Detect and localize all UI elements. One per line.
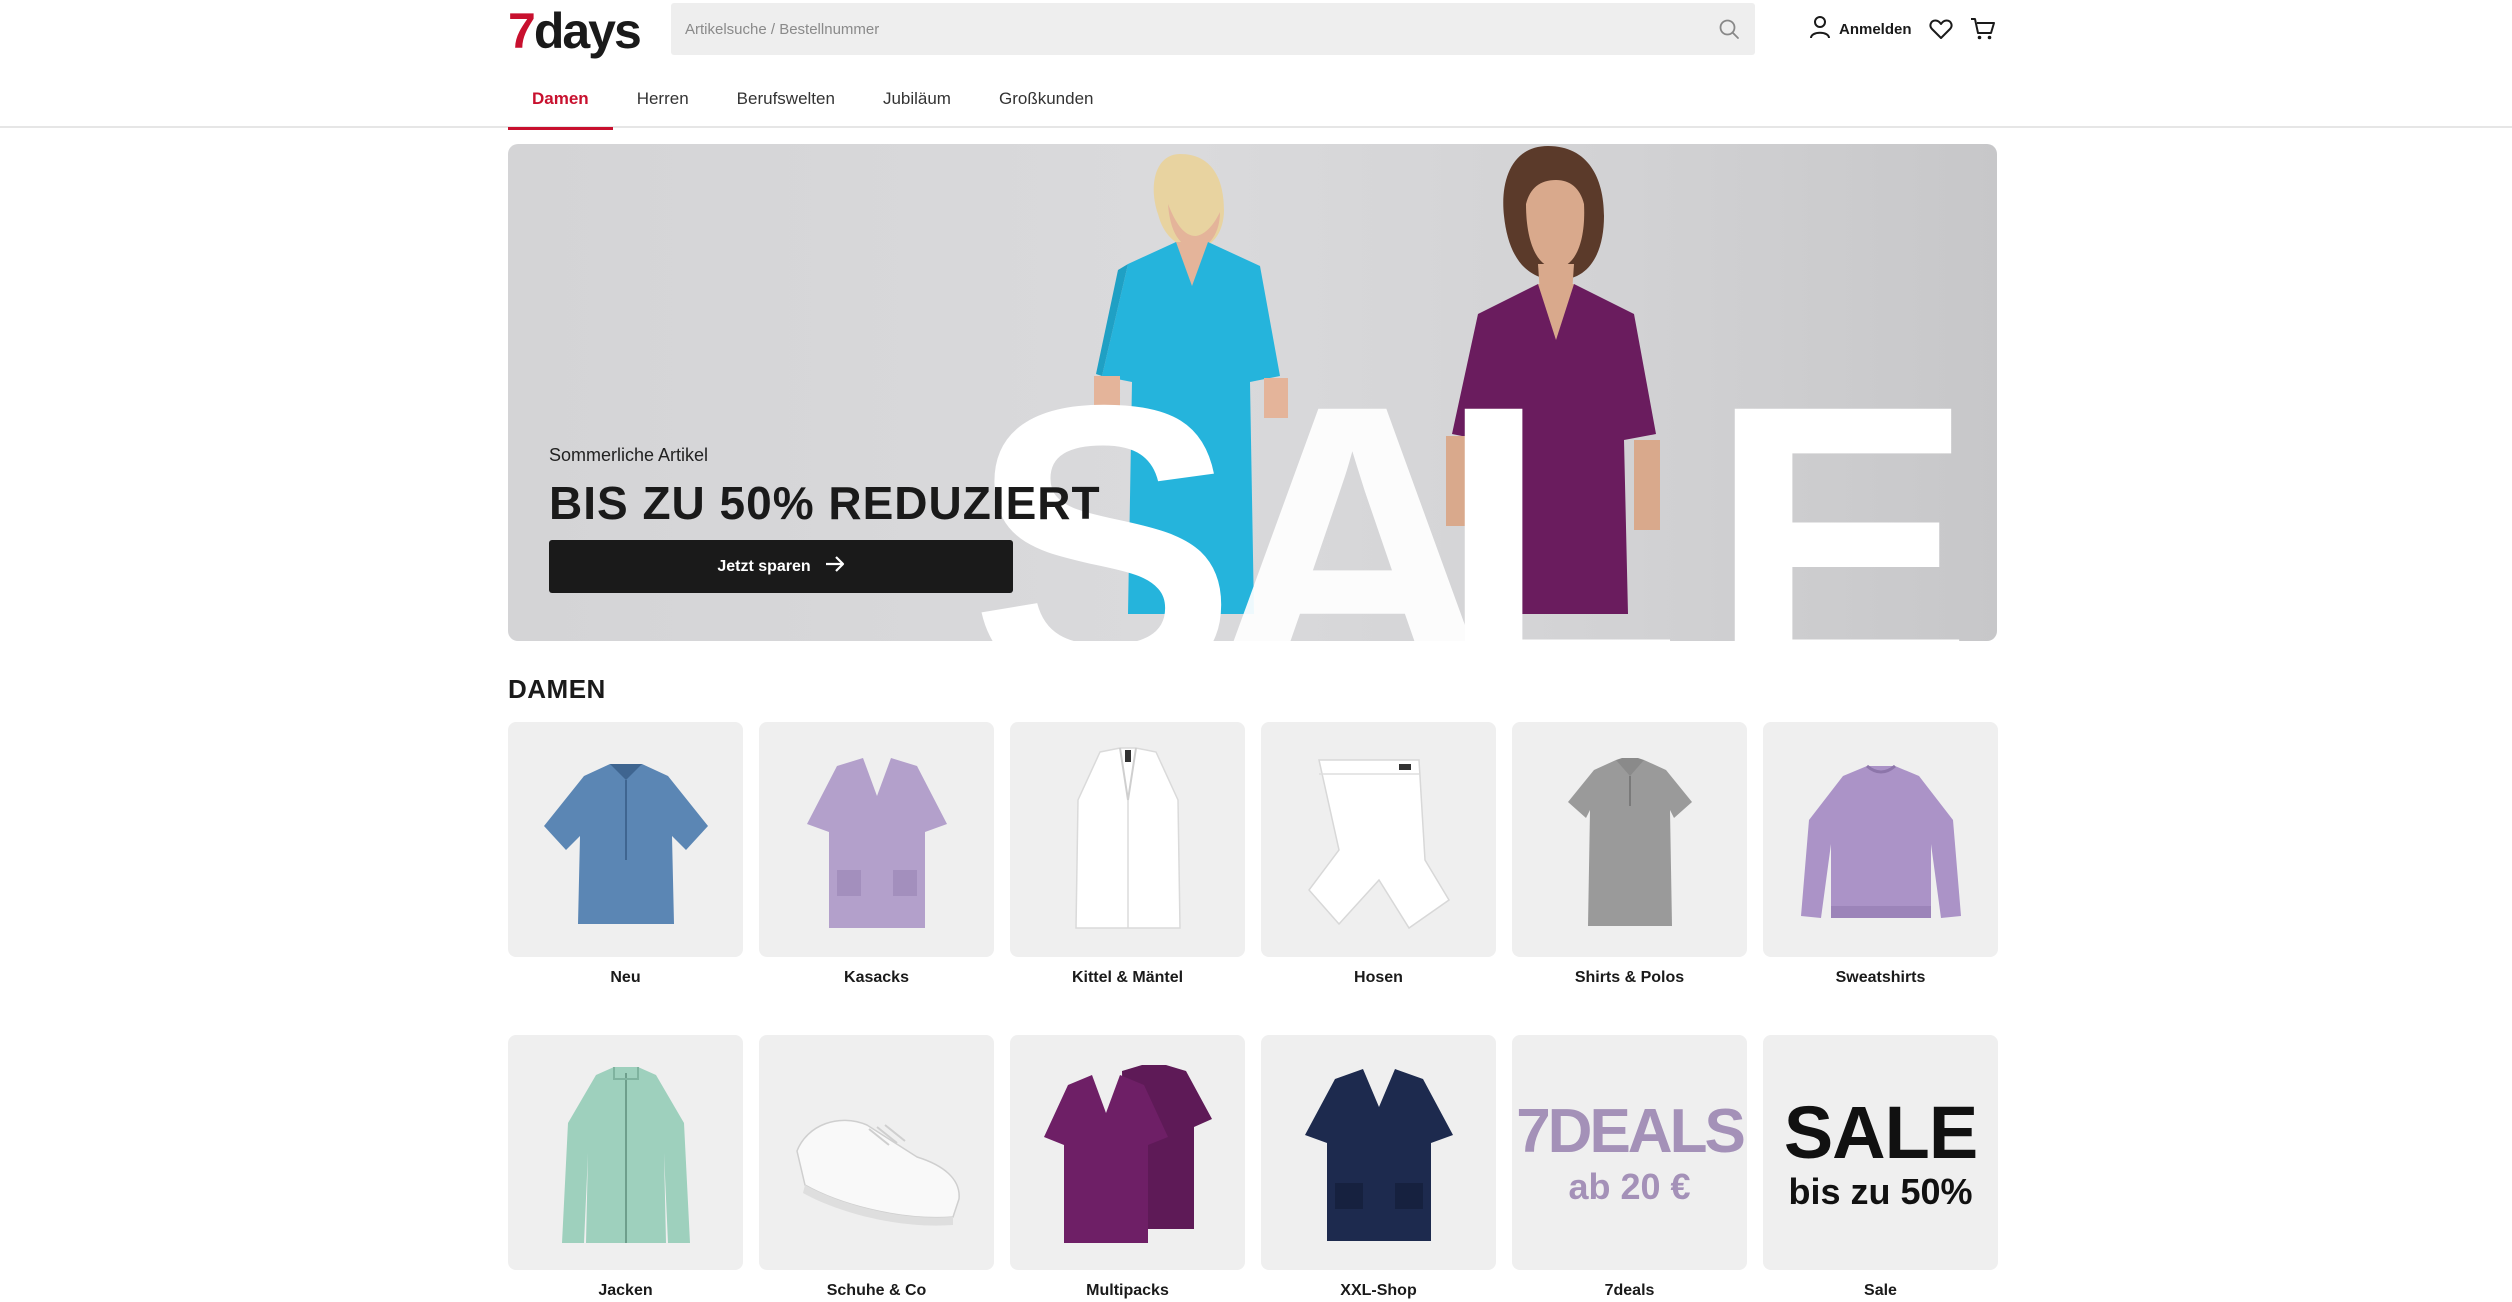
- category-tile-multipacks[interactable]: Multipacks: [1010, 1035, 1245, 1300]
- deals-subtitle: ab 20 €: [1568, 1165, 1691, 1207]
- search-input[interactable]: [671, 3, 1703, 55]
- category-image: [759, 1035, 994, 1270]
- category-tile-jacken[interactable]: Jacken: [508, 1035, 743, 1300]
- search-icon[interactable]: [1703, 3, 1755, 55]
- shop-now-button[interactable]: Jetzt sparen: [549, 540, 1013, 593]
- mint-jacket-image: [561, 1066, 690, 1243]
- deals-badge: 7DEALS ab 20 €: [1516, 1096, 1746, 1207]
- hero-sale-word-e: E: [1708, 322, 1964, 641]
- category-tile-kasacks[interactable]: Kasacks: [759, 722, 994, 987]
- white-sneaker-image: [795, 1119, 960, 1226]
- logo-seven: 7: [508, 3, 536, 59]
- lavender-sweatshirt-image: [1800, 764, 1961, 918]
- section-title: DAMEN: [508, 674, 606, 704]
- category-label: Shirts & Polos: [1574, 969, 1685, 986]
- login-label: Anmelden: [1839, 20, 1912, 38]
- hero-title: BIS ZU 50% REDUZIERT: [549, 477, 1101, 529]
- deals-title: 7DEALS: [1516, 1096, 1746, 1166]
- user-icon: [1809, 15, 1831, 44]
- sale-badge: SALE bis zu 50%: [1783, 1090, 1978, 1212]
- category-label: Schuhe & Co: [826, 1282, 927, 1299]
- category-tile-sweatshirts[interactable]: Sweatshirts: [1763, 722, 1998, 987]
- category-label: Sale: [1864, 1282, 1897, 1299]
- sale-title: SALE: [1783, 1090, 1978, 1174]
- navy-tunic-image: [1304, 1068, 1453, 1241]
- category-label: XXL-Shop: [1340, 1282, 1417, 1299]
- category-image: SALE bis zu 50%: [1763, 1035, 1998, 1270]
- category-image: [1010, 1035, 1245, 1270]
- white-pants-image: [1307, 758, 1450, 929]
- category-label: Hosen: [1354, 969, 1403, 986]
- category-tile-schuhe[interactable]: Schuhe & Co: [759, 1035, 994, 1300]
- arrow-right-icon: [825, 556, 845, 577]
- category-label: Kasacks: [844, 969, 909, 986]
- category-tile-hosen[interactable]: Hosen: [1261, 722, 1496, 987]
- category-image: [1512, 722, 1747, 957]
- lavender-tunic-image: [806, 757, 947, 928]
- category-tile-xxl[interactable]: XXL-Shop: [1261, 1035, 1496, 1300]
- grey-polo-image: [1567, 757, 1692, 926]
- category-image: [508, 722, 743, 957]
- category-tile-sale[interactable]: SALE bis zu 50% Sale: [1763, 1035, 1998, 1300]
- nav-item-damen[interactable]: Damen: [508, 70, 613, 130]
- heart-icon[interactable]: [1924, 12, 1958, 46]
- nav-item-berufswelten[interactable]: Berufswelten: [713, 70, 859, 128]
- category-image: [1261, 1035, 1496, 1270]
- category-image: [1763, 722, 1998, 957]
- category-image: 7DEALS ab 20 €: [1512, 1035, 1747, 1270]
- nav-item-herren[interactable]: Herren: [613, 70, 713, 128]
- category-image: [1010, 722, 1245, 957]
- hero-banner[interactable]: S A L E Sommerliche Artikel BIS ZU 50% R…: [508, 144, 1997, 641]
- main-nav: Damen Herren Berufswelten Jubiläum Großk…: [508, 70, 1118, 130]
- blue-shirt-image: [543, 763, 708, 924]
- category-image: [759, 722, 994, 957]
- cart-icon[interactable]: [1966, 12, 2000, 46]
- category-tile-7deals[interactable]: 7DEALS ab 20 € 7deals: [1512, 1035, 1747, 1300]
- white-coat-image: [1074, 746, 1181, 929]
- login-button[interactable]: Anmelden: [1809, 12, 1912, 46]
- category-label: Kittel & Mäntel: [1071, 969, 1184, 986]
- category-label: Neu: [610, 969, 641, 986]
- category-label: Sweatshirts: [1835, 969, 1926, 986]
- category-tile-kittel[interactable]: Kittel & Mäntel: [1010, 722, 1245, 987]
- category-image: [1261, 722, 1496, 957]
- sale-subtitle: bis zu 50%: [1788, 1170, 1973, 1212]
- search-bar: [671, 3, 1755, 55]
- nav-item-jubilaeum[interactable]: Jubiläum: [859, 70, 975, 128]
- purple-tunics-image: [1043, 1064, 1212, 1243]
- logo-days: days: [533, 3, 642, 59]
- hero-copy: Sommerliche Artikel BIS ZU 50% REDUZIERT: [549, 445, 1101, 530]
- category-tile-neu[interactable]: Neu: [508, 722, 743, 987]
- hero-subtitle: Sommerliche Artikel: [549, 445, 709, 465]
- category-tile-shirts[interactable]: Shirts & Polos: [1512, 722, 1747, 987]
- brand-logo[interactable]: 7 days: [508, 2, 642, 59]
- category-label: Multipacks: [1086, 1282, 1169, 1299]
- category-grid: Neu Kasacks Kittel & Mäntel Hosen Shirts…: [508, 722, 1998, 1300]
- site-header: 7days Anmelden Damen Herren Berufswelten…: [0, 0, 2512, 130]
- nav-item-grosskunden[interactable]: Großkunden: [975, 70, 1118, 128]
- category-label: 7deals: [1604, 1282, 1655, 1299]
- shop-now-label: Jetzt sparen: [717, 557, 811, 575]
- hero-sale-word-l: L: [1438, 322, 1676, 641]
- category-label: Jacken: [598, 1282, 653, 1299]
- category-image: [508, 1035, 743, 1270]
